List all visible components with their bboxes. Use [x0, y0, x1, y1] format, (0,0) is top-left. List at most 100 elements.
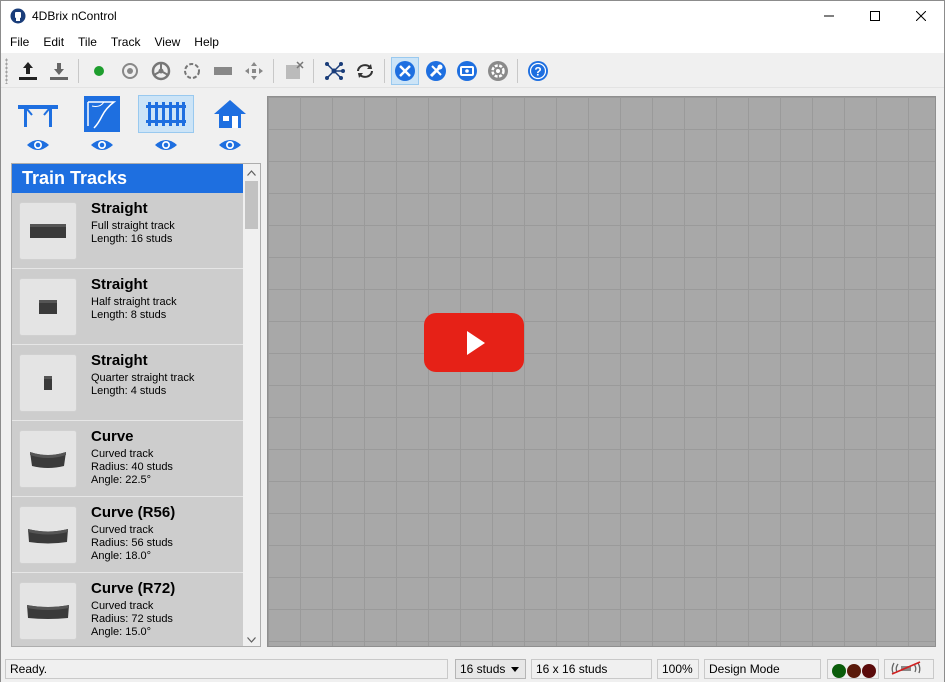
- status-text: Ready.: [5, 659, 448, 679]
- track-list: Train Tracks Straight Full straight trac…: [11, 163, 261, 647]
- menu-edit[interactable]: Edit: [36, 31, 71, 53]
- track-list-item[interactable]: Curve (R56) Curved track Radius: 56 stud…: [12, 497, 243, 573]
- scrollbar-thumb[interactable]: [245, 181, 258, 229]
- design-tools-button[interactable]: [390, 56, 419, 85]
- monitor-button[interactable]: [453, 57, 481, 85]
- fence-icon: [146, 102, 186, 126]
- track-description: Curved track: [91, 600, 154, 612]
- track-list-item[interactable]: Straight Quarter straight track Length: …: [12, 345, 243, 421]
- play-icon: [467, 330, 485, 355]
- track-description: Half straight track: [91, 296, 177, 308]
- quarter-straight-track-icon: [44, 376, 52, 390]
- network-icon: [324, 61, 345, 80]
- wrench-button[interactable]: [422, 57, 450, 85]
- menu-help[interactable]: Help: [187, 31, 226, 53]
- track-name: Curve: [91, 428, 134, 445]
- maximize-icon: [870, 11, 880, 21]
- steering-icon: [151, 61, 170, 80]
- help-button[interactable]: ?: [524, 57, 552, 85]
- track-name: Curve (R56): [91, 504, 176, 521]
- circle-track-button[interactable]: [178, 57, 206, 85]
- toolbar-separator: [273, 58, 274, 83]
- upload-icon: [18, 61, 37, 80]
- light-1-icon: [832, 664, 846, 678]
- track-thumbnail: [19, 278, 77, 336]
- buildings-visibility-eye-icon[interactable]: [218, 138, 242, 152]
- dropdown-arrow-icon: [511, 667, 519, 672]
- category-fences[interactable]: [137, 95, 195, 157]
- close-box-icon: [285, 60, 304, 79]
- category-bridges[interactable]: [9, 95, 67, 157]
- category-row: [9, 95, 259, 157]
- category-fences-button[interactable]: [138, 95, 194, 133]
- menu-file[interactable]: File: [3, 31, 36, 53]
- network-button[interactable]: [320, 57, 348, 85]
- bridges-visibility-eye-icon[interactable]: [26, 138, 50, 152]
- green-dot-icon: [93, 65, 104, 76]
- scroll-down-button[interactable]: [243, 631, 260, 646]
- settings-button[interactable]: [484, 57, 512, 85]
- curve-r72-track-icon: [27, 605, 69, 619]
- category-buildings[interactable]: [201, 95, 259, 157]
- move-button[interactable]: [240, 57, 268, 85]
- category-buildings-button[interactable]: [202, 95, 258, 133]
- close-icon: [916, 11, 926, 21]
- track-name: Straight: [91, 200, 148, 217]
- toolbar-separator: [384, 58, 385, 83]
- track-radius: Radius: 72 studs: [91, 613, 173, 625]
- layout-canvas[interactable]: [267, 96, 936, 647]
- app-logo-icon: [10, 8, 26, 24]
- menu-tile[interactable]: Tile: [71, 31, 104, 53]
- track-list-scrollbar[interactable]: [243, 164, 260, 646]
- track-list-item[interactable]: Straight Half straight track Length: 8 s…: [12, 269, 243, 345]
- track-thumbnail: [19, 582, 77, 640]
- move-icon: [244, 61, 263, 80]
- toolbar-separator: [517, 58, 518, 83]
- category-track-curves[interactable]: [73, 95, 131, 157]
- download-button[interactable]: [45, 57, 73, 85]
- fences-visibility-eye-icon[interactable]: [154, 138, 178, 152]
- menu-bar: File Edit Tile Track View Help: [1, 31, 944, 53]
- minimize-button[interactable]: [806, 1, 852, 31]
- maximize-button[interactable]: [852, 1, 898, 31]
- close-button[interactable]: [898, 1, 944, 31]
- scroll-up-button[interactable]: [243, 164, 260, 181]
- track-curve-icon: [84, 96, 120, 132]
- target-button[interactable]: [116, 57, 144, 85]
- track-list-item[interactable]: Curve (R72) Curved track Radius: 72 stud…: [12, 573, 243, 646]
- track-name: Straight: [91, 352, 148, 369]
- curve-r56-track-icon: [28, 529, 68, 544]
- video-play-button[interactable]: [424, 313, 524, 372]
- train-car-icon: [213, 66, 232, 75]
- run-button[interactable]: [85, 57, 113, 85]
- monitor-icon: [456, 60, 477, 81]
- light-2-icon: [847, 664, 861, 678]
- steering-button[interactable]: [147, 57, 175, 85]
- track-length: Length: 4 studs: [91, 385, 167, 397]
- help-icon: ?: [527, 60, 548, 81]
- stud-size-select[interactable]: 16 studs: [455, 659, 526, 679]
- track-curves-visibility-eye-icon[interactable]: [90, 138, 114, 152]
- track-radius: Radius: 40 studs: [91, 461, 173, 473]
- download-icon: [49, 62, 68, 80]
- track-description: Curved track: [91, 524, 154, 536]
- toolbar-grip[interactable]: [5, 57, 8, 84]
- track-list-item[interactable]: Straight Full straight track Length: 16 …: [12, 193, 243, 269]
- close-box-button[interactable]: [280, 57, 308, 85]
- loop-button[interactable]: [351, 57, 379, 85]
- track-angle: Angle: 18.0°: [91, 550, 152, 562]
- curve-track-icon: [30, 452, 66, 468]
- train-car-button[interactable]: [209, 57, 237, 85]
- category-bridges-button[interactable]: [10, 95, 66, 133]
- upload-button[interactable]: [14, 57, 42, 85]
- track-length: Length: 8 studs: [91, 309, 167, 321]
- menu-view[interactable]: View: [147, 31, 187, 53]
- track-list-item[interactable]: Curve Curved track Radius: 40 studs Angl…: [12, 421, 243, 497]
- menu-track[interactable]: Track: [104, 31, 148, 53]
- wireless-status[interactable]: [884, 659, 934, 679]
- track-radius: Radius: 56 studs: [91, 537, 173, 549]
- category-track-curves-button[interactable]: [74, 95, 130, 133]
- mode-indicator: Design Mode: [704, 659, 821, 679]
- stud-size-value: 16 studs: [460, 662, 506, 676]
- toolbar-separator: [78, 58, 79, 83]
